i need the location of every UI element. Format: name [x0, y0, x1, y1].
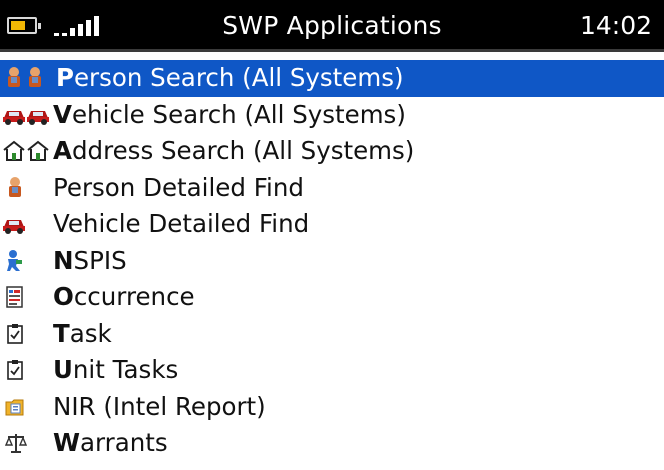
checklist-icon — [5, 352, 25, 388]
menu-item-label: Vehicle Detailed Find — [53, 209, 310, 238]
menu-item-unit-tasks[interactable]: Unit Tasks — [0, 352, 664, 389]
two-vehicles-icon — [2, 97, 50, 133]
menu-item-label: NSPIS — [53, 245, 127, 275]
menu-item-nspis[interactable]: NSPIS — [0, 243, 664, 280]
menu-item-label: Unit Tasks — [53, 355, 179, 384]
occurrence-form-icon — [5, 279, 25, 315]
menu-item-nir-intel-report[interactable]: NIR (Intel Report) — [0, 389, 664, 426]
two-persons-icon — [5, 60, 47, 96]
menu-item-address-search[interactable]: Address Search (All Systems) — [0, 133, 664, 170]
menu-item-person-detailed-find[interactable]: Person Detailed Find — [0, 170, 664, 207]
vehicle-icon — [2, 206, 26, 242]
menu-item-label: Task — [53, 318, 112, 348]
menu-item-label: Person Detailed Find — [53, 172, 304, 202]
menu-item-task[interactable]: Task — [0, 316, 664, 353]
menu-item-label: Occurrence — [53, 282, 195, 311]
menu-item-warrants[interactable]: Warrants — [0, 425, 664, 462]
clock: 14:02 — [579, 11, 652, 40]
nspis-figure-icon — [5, 243, 25, 279]
two-houses-icon — [2, 133, 50, 169]
checklist-icon — [5, 316, 25, 352]
menu-item-occurrence[interactable]: Occurrence — [0, 279, 664, 316]
status-bar: SWP Applications 14:02 — [0, 0, 664, 52]
menu-item-label: Warrants — [53, 428, 168, 457]
menu-item-label: Person Search (All Systems) — [56, 63, 404, 92]
menu-item-label: NIR (Intel Report) — [53, 391, 266, 421]
menu-item-vehicle-detailed-find[interactable]: Vehicle Detailed Find — [0, 206, 664, 243]
person-icon — [5, 170, 25, 206]
menu-item-label: Address Search (All Systems) — [53, 136, 415, 165]
folder-document-icon — [5, 389, 25, 425]
menu-item-vehicle-search[interactable]: Vehicle Search (All Systems) — [0, 97, 664, 134]
scales-icon — [5, 425, 27, 461]
menu-item-person-search[interactable]: Person Search (All Systems) — [0, 60, 664, 97]
applications-menu: Person Search (All Systems) Vehicle Sear… — [0, 60, 664, 462]
app-title: SWP Applications — [222, 11, 442, 40]
menu-item-label: Vehicle Search (All Systems) — [53, 99, 406, 129]
